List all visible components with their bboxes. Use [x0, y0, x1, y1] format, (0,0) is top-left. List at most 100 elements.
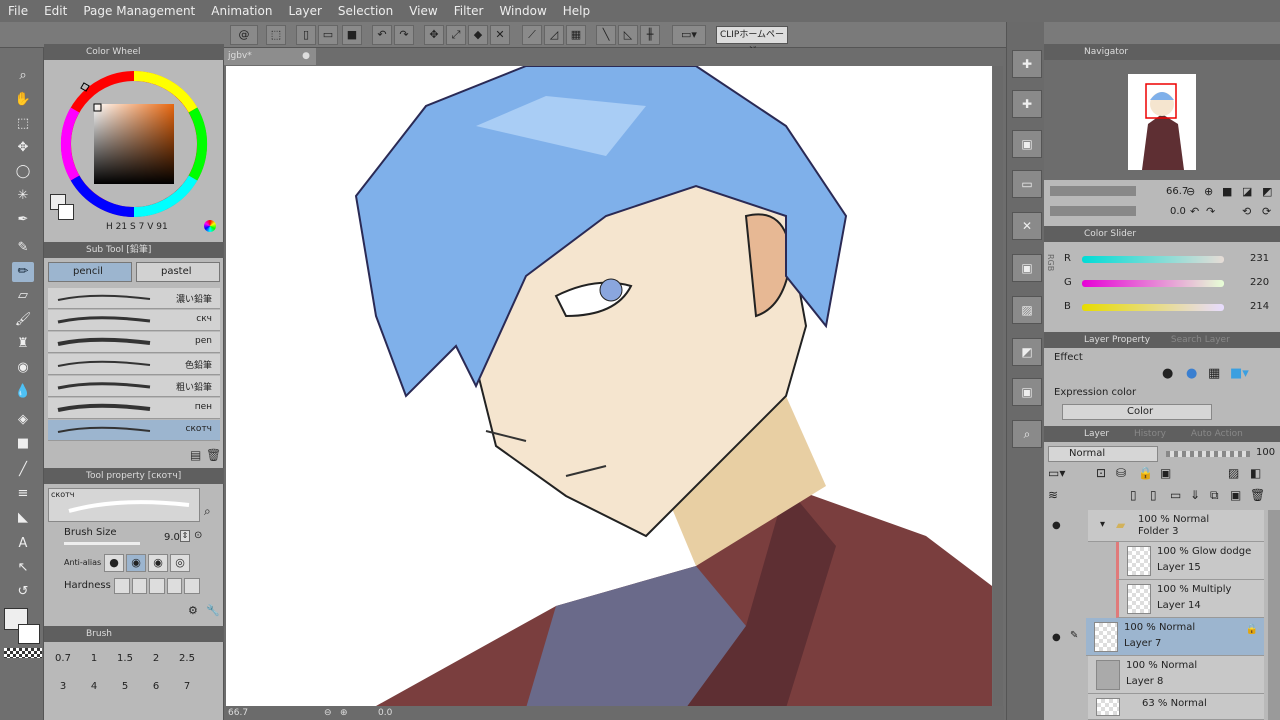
material-panel-icon[interactable]: ✚	[1012, 50, 1042, 78]
brush-size-preset[interactable]: 2.5	[172, 648, 202, 670]
brush-size-value[interactable]: 9.0	[164, 532, 180, 543]
grid-icon[interactable]: ▦	[566, 25, 586, 45]
fill-icon[interactable]: ◆	[468, 25, 488, 45]
sub-color-swatch[interactable]	[18, 624, 40, 644]
wheel-sub-swatch[interactable]	[58, 204, 74, 220]
brush-size-slider[interactable]	[64, 542, 140, 545]
blend-mode-dropdown[interactable]: Normal	[1048, 446, 1158, 462]
layer-color-icon[interactable]: ▭▾	[1048, 466, 1065, 480]
menu-view[interactable]: View	[401, 4, 445, 18]
snap-icon[interactable]: ◿	[544, 25, 564, 45]
brush-size-preset[interactable]: 0.7	[48, 648, 78, 670]
merge-down-icon[interactable]: ⇓	[1190, 488, 1200, 502]
status-angle[interactable]: 0.0	[378, 706, 392, 720]
layer-row[interactable]: 100 % Normal Layer 8	[1088, 656, 1264, 694]
material-search-icon[interactable]: ⌕	[1012, 420, 1042, 448]
brush-size-preset[interactable]: 3	[48, 676, 78, 698]
drop-tool-icon[interactable]: 💧	[12, 382, 34, 402]
anti-alias-strong-icon[interactable]: ◎	[170, 554, 190, 572]
ruler-icon[interactable]: ⟋	[522, 25, 542, 45]
line-tool-icon[interactable]: ╱	[12, 460, 34, 480]
brush-size-preset[interactable]: 7	[172, 676, 202, 698]
hand-tool-icon[interactable]: ✋	[12, 90, 34, 110]
ruler-layer-icon[interactable]: ◧	[1250, 466, 1261, 480]
new-folder-icon[interactable]: ▭	[1170, 488, 1181, 502]
subtool-item[interactable]: 粗い鉛筆	[48, 376, 220, 397]
color-slider-mode-tab[interactable]: RGB	[1046, 254, 1055, 271]
status-zoom-in-icon[interactable]: ⊕	[340, 706, 348, 720]
mask-apply-icon[interactable]: ▣	[1230, 488, 1241, 502]
layer-lock-icon[interactable]: 🔒	[1246, 624, 1258, 635]
open-icon[interactable]: ▭	[318, 25, 338, 45]
navigator-fit-icon[interactable]: ■	[1222, 185, 1232, 198]
layer-property-tab[interactable]: Layer Property	[1084, 335, 1150, 345]
lasso-tool-icon[interactable]: ◯	[12, 162, 34, 182]
material-body-icon[interactable]: ▣	[1012, 254, 1042, 282]
magic-wand-icon[interactable]: ✳	[12, 186, 34, 206]
brush-size-preset[interactable]: 1.5	[110, 648, 140, 670]
brush-size-preset[interactable]: 5	[110, 676, 140, 698]
brush-size-preset[interactable]: 4	[79, 676, 109, 698]
layer-mask-icon[interactable]: ▨	[1228, 466, 1239, 480]
menu-filter[interactable]: Filter	[446, 4, 492, 18]
material-object-icon[interactable]: ▣	[1012, 378, 1042, 406]
subtool-item[interactable]: 色鉛筆	[48, 354, 220, 375]
b-value[interactable]: 214	[1250, 301, 1269, 312]
snap-special-icon[interactable]: ◺	[618, 25, 638, 45]
drawing-canvas[interactable]	[226, 66, 992, 708]
fill-tool-icon[interactable]: ◈	[12, 410, 34, 430]
layer-list-scrollbar[interactable]	[1268, 510, 1280, 720]
snap-ruler-icon[interactable]: ╲	[596, 25, 616, 45]
gradient-tool-icon[interactable]: ■	[12, 434, 34, 454]
tool-settings-icon[interactable]: ⚙	[188, 604, 198, 617]
g-slider[interactable]	[1082, 280, 1224, 287]
layer-row[interactable]: 100 % Multiply Layer 14	[1116, 580, 1264, 618]
new-subtool-icon[interactable]: ▤	[190, 448, 201, 462]
navigator-rotate-reset-icon[interactable]: ⟳	[1262, 205, 1271, 218]
new-vector-layer-icon[interactable]: ▯	[1150, 488, 1157, 502]
b-slider[interactable]	[1082, 304, 1224, 311]
menu-help[interactable]: Help	[555, 4, 598, 18]
expression-color-dropdown[interactable]: Color	[1062, 404, 1212, 420]
close-tab-icon[interactable]: ●	[302, 48, 310, 65]
pen-tool-icon[interactable]: ✎	[12, 238, 34, 258]
layer-visibility-eye-icon[interactable]: ●	[1052, 632, 1061, 643]
brush-size-stepper[interactable]: ⇕	[180, 530, 190, 542]
menu-window[interactable]: Window	[491, 4, 554, 18]
layer-row[interactable]: 63 % Normal	[1088, 694, 1264, 720]
menu-selection[interactable]: Selection	[330, 4, 401, 18]
layer-row-selected[interactable]: 100 % Normal Layer 7 🔒	[1086, 618, 1264, 656]
undo-icon[interactable]: ↶	[372, 25, 392, 45]
material-effect-icon[interactable]: ◩	[1012, 338, 1042, 366]
brush-preview-zoom-icon[interactable]: ⌕	[204, 504, 211, 519]
navigator-preview[interactable]	[1044, 60, 1280, 180]
subtool-item[interactable]: скч	[48, 310, 220, 331]
correct-line-tool-icon[interactable]: ↺	[12, 582, 34, 602]
anti-alias-medium-icon[interactable]: ◉	[148, 554, 168, 572]
new-raster-layer-icon[interactable]: ▯	[1130, 488, 1137, 502]
document-tab[interactable]: jgbv* ●	[224, 48, 316, 65]
balloon-tool-icon[interactable]: ↖	[12, 558, 34, 578]
auto-action-tab[interactable]: Auto Action	[1191, 429, 1243, 439]
subtool-item[interactable]: пен	[48, 398, 220, 419]
g-value[interactable]: 220	[1250, 277, 1269, 288]
subtool-item[interactable]: 濃い鉛筆	[48, 288, 220, 309]
layer-list-icon[interactable]: ≋	[1048, 488, 1058, 502]
clip-homepage-button[interactable]: CLIPホームページ	[716, 26, 788, 56]
effect-border-icon[interactable]: ●	[1162, 366, 1173, 381]
material-color-icon[interactable]: ✚	[1012, 90, 1042, 118]
transparent-color-swatch[interactable]	[4, 648, 42, 658]
r-slider[interactable]	[1082, 256, 1224, 263]
rotate-right-icon[interactable]: ↷	[1206, 205, 1215, 218]
history-tab[interactable]: History	[1134, 429, 1166, 439]
effect-tone-icon[interactable]: ●	[1186, 366, 1197, 381]
reference-layer-icon[interactable]: ⛁	[1116, 466, 1126, 480]
material-image-icon[interactable]: ▨	[1012, 296, 1042, 324]
menu-layer[interactable]: Layer	[280, 4, 329, 18]
ruler-tool-icon[interactable]: ◣	[12, 508, 34, 528]
subtool-item[interactable]: pen	[48, 332, 220, 353]
crop-icon[interactable]: ✕	[490, 25, 510, 45]
hardness-options[interactable]	[114, 578, 200, 594]
brush-size-preset[interactable]: 6	[141, 676, 171, 698]
navigator-rotate-slider[interactable]	[1050, 206, 1136, 216]
